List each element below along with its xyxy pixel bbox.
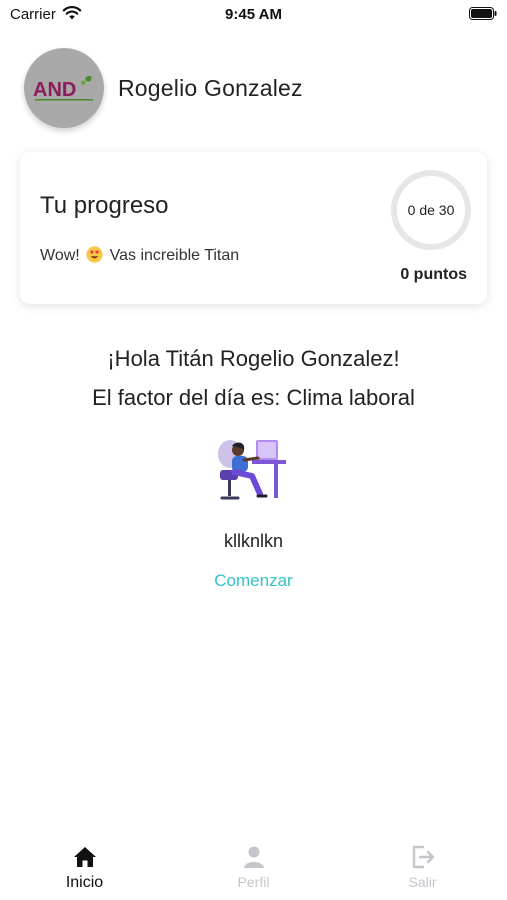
points-label: 0 puntos bbox=[400, 266, 467, 283]
workspace-illustration bbox=[218, 440, 286, 500]
profile-header: AND Rogelio Gonzalez bbox=[24, 48, 303, 128]
heart-eyes-emoji-icon bbox=[86, 246, 103, 263]
daily-factor-heading: El factor del día es: Clima laboral bbox=[92, 385, 415, 410]
tab-inicio[interactable]: Inicio bbox=[0, 832, 169, 900]
tab-salir[interactable]: Salir bbox=[338, 832, 507, 900]
progress-ring: 0 de 30 bbox=[391, 170, 471, 250]
tab-label: Salir bbox=[408, 874, 437, 890]
home-icon bbox=[73, 847, 96, 867]
start-button[interactable]: Comenzar bbox=[0, 571, 507, 591]
factor-description: kllknlkn bbox=[223, 531, 284, 551]
tab-perfil[interactable]: Perfil bbox=[169, 832, 338, 900]
user-name: Rogelio Gonzalez bbox=[118, 74, 303, 101]
greeting-heading: ¡Hola Titán Rogelio Gonzalez! bbox=[107, 346, 400, 371]
company-logo: AND bbox=[33, 75, 93, 101]
status-bar: Carrier 9:45 AM bbox=[0, 0, 507, 28]
progress-title: Tu progreso bbox=[40, 192, 169, 219]
progress-message-text: Vas increible Titan bbox=[109, 247, 240, 264]
avatar[interactable]: AND bbox=[24, 48, 104, 128]
logout-icon bbox=[412, 845, 434, 869]
svg-text:AND: AND bbox=[33, 79, 76, 101]
progress-card: Tu progreso Wow! Vas increible Titan 0 d… bbox=[20, 152, 487, 304]
tab-label: Inicio bbox=[65, 874, 104, 891]
progress-message: Wow! Vas increible Titan bbox=[40, 246, 239, 265]
tab-bar: Inicio Perfil Salir bbox=[0, 832, 507, 900]
battery-icon bbox=[469, 7, 497, 20]
clock: 9:45 AM bbox=[225, 6, 282, 23]
person-icon bbox=[243, 846, 264, 868]
progress-count: 0 de 30 bbox=[407, 202, 455, 218]
tab-label: Perfil bbox=[237, 874, 270, 890]
progress-message-prefix: Wow! bbox=[40, 247, 80, 264]
